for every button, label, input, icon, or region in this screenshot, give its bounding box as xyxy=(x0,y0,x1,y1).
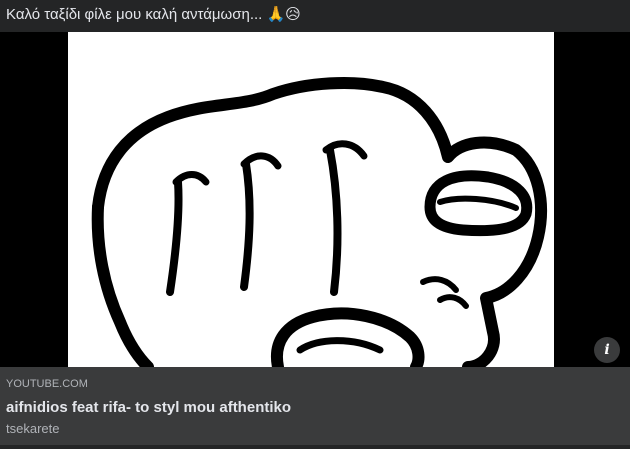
link-description: tsekarete xyxy=(6,421,60,436)
video-thumbnail[interactable]: i xyxy=(0,32,630,367)
thumbnail-image[interactable] xyxy=(68,32,554,367)
info-button[interactable]: i xyxy=(594,337,620,363)
link-title[interactable]: aifnidios feat rifa- to styl mou afthent… xyxy=(6,399,291,417)
link-preview-card[interactable]: YOUTUBE.COM aifnidios feat rifa- to styl… xyxy=(0,367,630,445)
pointing-finger-icon xyxy=(91,76,547,367)
link-domain: YOUTUBE.COM xyxy=(6,378,88,390)
post-text: Καλό ταξίδι φίλε μου καλή αντάμωση... 🙏😥 xyxy=(6,6,301,23)
info-icon: i xyxy=(604,342,610,358)
